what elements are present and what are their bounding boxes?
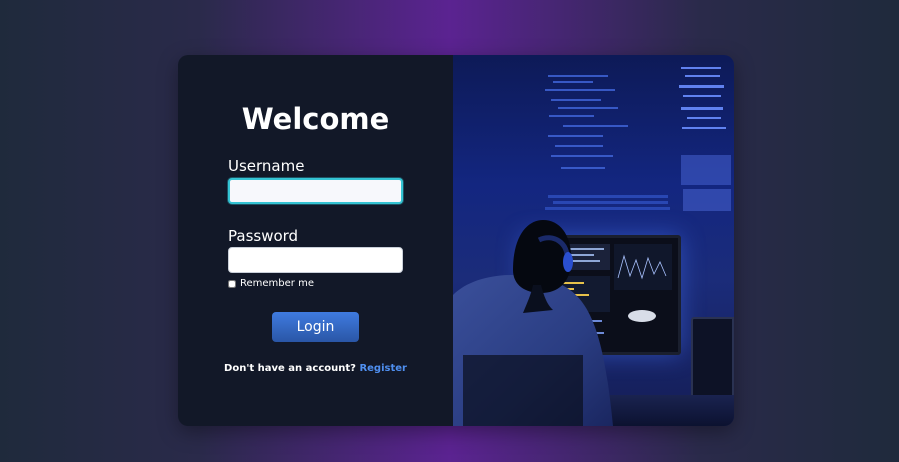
person-illustration [453, 220, 613, 426]
register-prompt-text: Don't have an account? [224, 363, 356, 374]
login-card: Welcome Username Password Remember me Lo… [178, 55, 734, 426]
login-button[interactable]: Login [272, 312, 359, 342]
username-input[interactable] [228, 178, 403, 204]
register-link[interactable]: Register [359, 363, 407, 374]
remember-me-label: Remember me [240, 278, 314, 289]
password-label: Password [228, 227, 299, 245]
password-input[interactable] [228, 247, 403, 273]
hero-image [453, 55, 734, 426]
register-prompt-row: Don't have an account? Register [178, 363, 453, 374]
remember-me-checkbox[interactable] [228, 279, 236, 288]
remember-me-row: Remember me [228, 278, 314, 289]
login-form-panel: Welcome Username Password Remember me Lo… [178, 55, 453, 426]
page-title: Welcome [241, 102, 390, 136]
username-label: Username [228, 157, 305, 175]
